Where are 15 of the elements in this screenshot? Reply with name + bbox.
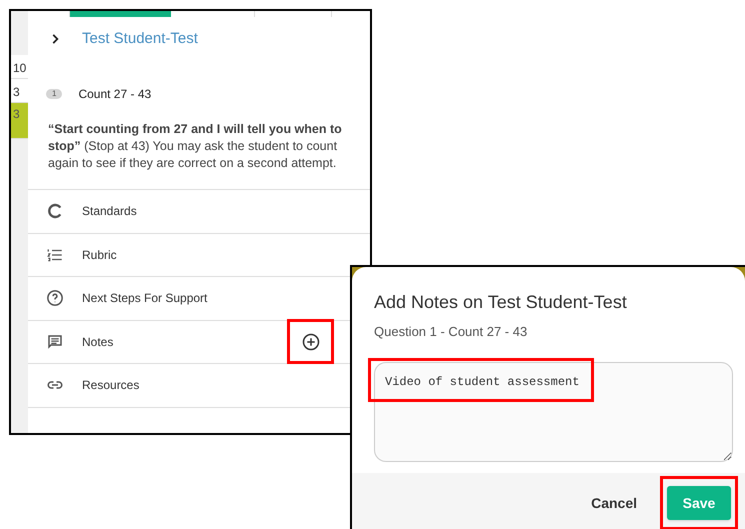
help-icon: [46, 289, 64, 308]
grid-cell: 10: [11, 55, 28, 79]
question-title: Count 27 - 43: [78, 86, 152, 103]
dialog-title: Add Notes on Test Student-Test: [374, 291, 628, 314]
comment-icon: [46, 332, 64, 351]
question-number: 1: [46, 89, 62, 99]
grid-cell: 3: [11, 79, 28, 103]
notes-field[interactable]: Video of student assessment: [374, 362, 733, 462]
section-row[interactable]: Standards: [28, 190, 370, 234]
question-prompt: “Start counting from 27 and I will tell you when to stop” (Stop at 43) You may ask the student to count again to see if they are correct on a second attempt.: [47, 121, 343, 172]
add-button[interactable]: [287, 319, 334, 364]
grid-cell: 3: [11, 103, 28, 139]
dialog-subtitle: Question 1 - Count 27 - 43: [374, 323, 528, 341]
add-icon: [302, 332, 320, 351]
cancel-button[interactable]: Cancel: [587, 486, 641, 520]
